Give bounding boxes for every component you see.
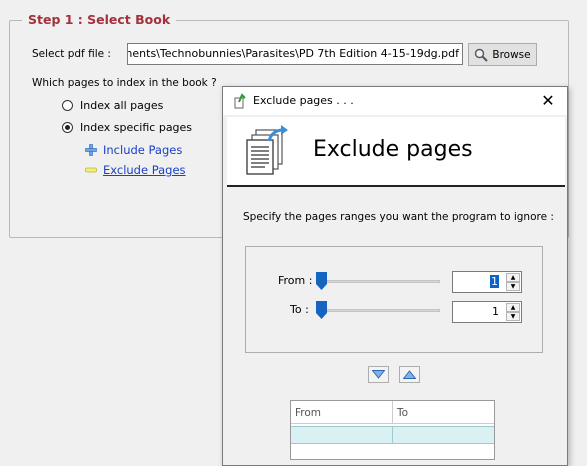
dialog-banner: Exclude pages [227,117,565,187]
close-icon: ✕ [541,91,555,110]
from-up-button[interactable]: ▲ [506,273,520,282]
grid-cell-divider [392,426,393,444]
range-panel: From : 1 ▲ ▼ To : 1 ▲ ▼ [245,246,543,353]
from-value[interactable]: 1 [490,275,499,288]
magnifier-icon [475,48,489,62]
index-specific-label[interactable]: Index specific pages [80,121,192,134]
pdf-file-label: Select pdf file : [32,48,111,60]
grid-header-from: From [295,407,322,419]
plus-icon [85,144,97,156]
index-specific-radio[interactable] [62,122,73,133]
from-slider-track[interactable] [318,280,440,283]
to-slider-thumb[interactable] [316,301,327,319]
browse-button[interactable]: Browse [468,43,537,66]
pages-icon [246,125,288,175]
arrow-down-icon [372,370,385,379]
dialog-titlebar[interactable]: Exclude pages . . . ✕ [223,87,567,115]
to-label: To : [290,303,309,316]
from-label: From : [278,274,313,287]
up-arrow-icon: ▲ [510,273,516,281]
minus-icon [85,167,97,173]
ranges-grid[interactable]: From To [290,400,495,460]
arrow-up-icon [403,370,416,379]
to-value[interactable]: 1 [492,305,499,318]
which-pages-label: Which pages to index in the book ? [32,77,217,89]
move-down-button[interactable] [368,366,389,383]
from-down-button[interactable]: ▼ [506,282,520,291]
browse-label: Browse [492,48,531,61]
pdf-file-field[interactable]: ments\Technobunnies\Parasites\PD 7th Edi… [127,43,463,65]
index-all-label[interactable]: Index all pages [80,99,163,112]
down-arrow-icon: ▼ [510,282,516,290]
to-down-button[interactable]: ▼ [506,312,520,321]
app-icon [234,93,246,109]
from-slider-thumb[interactable] [316,272,327,290]
grid-header-divider [392,401,393,423]
index-all-radio[interactable] [62,100,73,111]
exclude-pages-link[interactable]: Exclude Pages [103,163,186,177]
pdf-file-value: ments\Technobunnies\Parasites\PD 7th Edi… [127,47,459,60]
from-spinner[interactable]: 1 ▲ ▼ [452,271,522,293]
step-title: Step 1 : Select Book [22,12,177,27]
grid-header-line [291,423,494,424]
close-button[interactable]: ✕ [537,90,559,112]
down-arrow-icon: ▼ [510,312,516,320]
instructions-text: Specify the pages ranges you want the pr… [243,211,554,223]
move-up-button[interactable] [399,366,420,383]
to-slider-track[interactable] [318,309,440,312]
exclude-pages-dialog: Exclude pages . . . ✕ Exclude pages Spec… [222,86,568,466]
dialog-title: Exclude pages . . . [253,94,354,107]
banner-title: Exclude pages [313,137,473,162]
grid-header-to: To [397,407,409,419]
include-pages-link[interactable]: Include Pages [103,143,182,157]
to-up-button[interactable]: ▲ [506,303,520,312]
up-arrow-icon: ▲ [510,303,516,311]
to-spinner[interactable]: 1 ▲ ▼ [452,301,522,323]
